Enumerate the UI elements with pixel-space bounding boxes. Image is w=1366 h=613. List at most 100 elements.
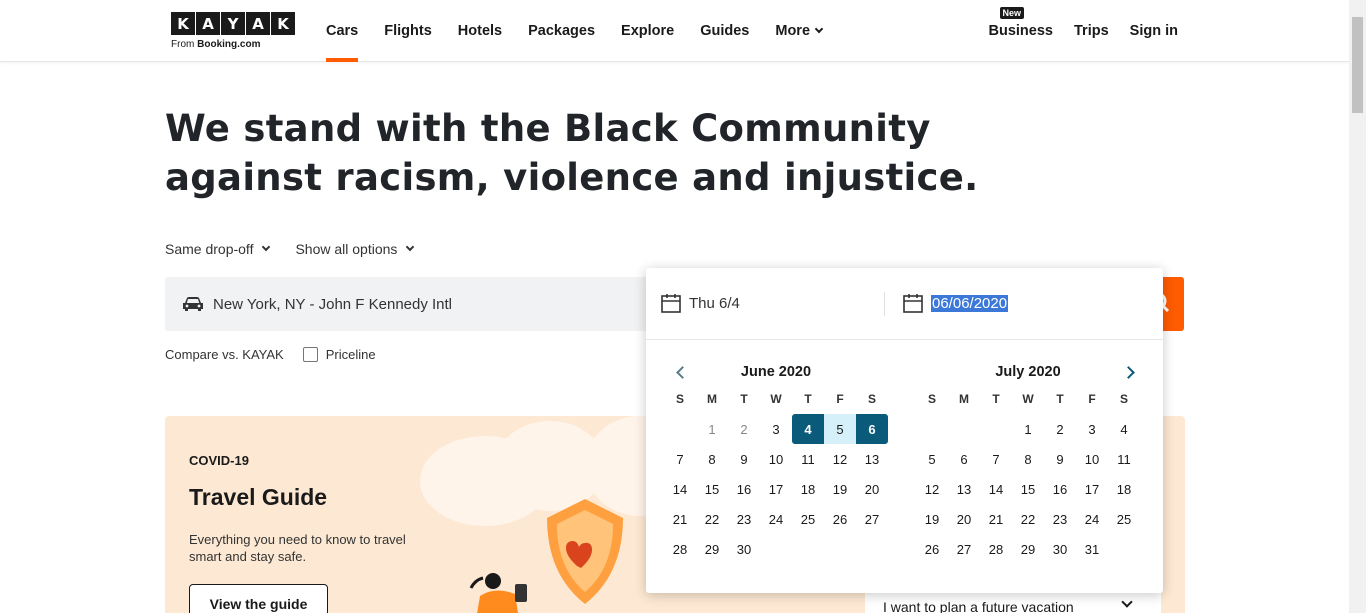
- weekday-label: T: [1056, 392, 1064, 406]
- nav-label: Hotels: [457, 23, 503, 39]
- calendar-day[interactable]: 26: [916, 534, 948, 564]
- calendar-day[interactable]: 23: [728, 504, 760, 534]
- weekday-label: T: [740, 392, 748, 406]
- calendar-day[interactable]: 9: [1044, 444, 1076, 474]
- weekday-label: F: [1088, 392, 1096, 406]
- calendar-day[interactable]: 3: [760, 414, 792, 444]
- calendar-day[interactable]: 1: [696, 414, 728, 444]
- calendar-day[interactable]: 27: [948, 534, 980, 564]
- calendar-day[interactable]: 8: [696, 444, 728, 474]
- calendar-day[interactable]: 15: [1012, 474, 1044, 504]
- nav-hotels[interactable]: Hotels: [458, 0, 502, 62]
- calendar-day[interactable]: 10: [760, 444, 792, 474]
- calendar-day[interactable]: 21: [664, 504, 696, 534]
- nav-packages[interactable]: Packages: [528, 0, 595, 62]
- calendar-day[interactable]: 6: [948, 444, 980, 474]
- calendar-day[interactable]: 16: [728, 474, 760, 504]
- start-date-field[interactable]: Thu 6/4: [660, 292, 740, 314]
- calendar-day[interactable]: 18: [792, 474, 824, 504]
- calendar-day[interactable]: 17: [1076, 474, 1108, 504]
- weekday-label: M: [959, 392, 969, 406]
- calendar-day[interactable]: 12: [824, 444, 856, 474]
- end-date-field[interactable]: 06/06/2020: [902, 292, 1009, 314]
- calendar-day[interactable]: 11: [792, 444, 824, 474]
- calendar-day[interactable]: 26: [824, 504, 856, 534]
- calendar-day[interactable]: 7: [980, 444, 1012, 474]
- view-guide-button[interactable]: View the guide: [189, 584, 328, 613]
- calendar-day[interactable]: 22: [1012, 504, 1044, 534]
- calendar-day[interactable]: 10: [1076, 444, 1108, 474]
- priceline-checkbox[interactable]: [302, 347, 318, 362]
- calendar-day[interactable]: 28: [664, 534, 696, 564]
- nav-more[interactable]: More: [775, 0, 824, 62]
- nav-explore[interactable]: Explore: [621, 0, 674, 62]
- weekday-label: S: [675, 392, 684, 406]
- nav-guides[interactable]: Guides: [700, 0, 749, 62]
- calendar-day[interactable]: 14: [664, 474, 696, 504]
- logo-subtitle: From Booking.com: [171, 39, 261, 50]
- show-options-dropdown[interactable]: Show all options: [295, 241, 415, 257]
- calendar-day[interactable]: 11: [1108, 444, 1140, 474]
- scroll-thumb[interactable]: [1352, 17, 1363, 113]
- calendar-day[interactable]: 25: [792, 504, 824, 534]
- sign-in-link[interactable]: Sign in: [1130, 23, 1178, 39]
- calendar-day[interactable]: 24: [1076, 504, 1108, 534]
- calendar-day[interactable]: 13: [948, 474, 980, 504]
- end-date-value[interactable]: 06/06/2020: [931, 294, 1009, 312]
- calendar-day[interactable]: 13: [856, 444, 888, 474]
- top-header: KAYAK From Booking.com Cars Flights Hotels…: [0, 0, 1349, 62]
- calendar-day[interactable]: 30: [728, 534, 760, 564]
- nav-label: Flights: [384, 23, 432, 39]
- calendar-day[interactable]: 12: [916, 474, 948, 504]
- main-nav: Cars Flights Hotels Packages Explore Guides Mo…: [326, 0, 848, 62]
- calendar-day[interactable]: 5: [824, 414, 856, 444]
- calendar-day[interactable]: 25: [1108, 504, 1140, 534]
- calendar-day[interactable]: 23: [1044, 504, 1076, 534]
- calendar-day[interactable]: 3: [1076, 414, 1108, 444]
- calendar-day[interactable]: 24: [760, 504, 792, 534]
- priceline-label[interactable]: Priceline: [326, 347, 376, 362]
- calendar-day[interactable]: 27: [856, 504, 888, 534]
- nav-flights[interactable]: Flights: [384, 0, 432, 62]
- vacation-plan-select[interactable]: I want to plan a future vacation: [865, 590, 1161, 613]
- calendar-day[interactable]: 20: [856, 474, 888, 504]
- calendar-day[interactable]: 20: [948, 504, 980, 534]
- logo-letter: K: [171, 12, 195, 35]
- business-link[interactable]: New Business: [989, 7, 1053, 39]
- calendar-day[interactable]: 29: [1012, 534, 1044, 564]
- calendar-day[interactable]: 2: [1044, 414, 1076, 444]
- nav-cars[interactable]: Cars: [326, 0, 359, 62]
- calendar-day[interactable]: 19: [824, 474, 856, 504]
- calendar-day[interactable]: 7: [664, 444, 696, 474]
- logo-letter: A: [196, 12, 220, 35]
- calendar-day[interactable]: 5: [916, 444, 948, 474]
- calendar-day[interactable]: 8: [1012, 444, 1044, 474]
- day-grid: 1 2 3 4 5 6 7 8 9 10 11 12 13 14 15 16 17 18 19 20 21 22 23 24 2…: [916, 414, 1140, 564]
- calendar-day[interactable]: 15: [696, 474, 728, 504]
- calendar-day[interactable]: 17: [760, 474, 792, 504]
- calendar-day[interactable]: 21: [980, 504, 1012, 534]
- calendar-day[interactable]: 4: [1108, 414, 1140, 444]
- dropoff-dropdown[interactable]: Same drop-off: [165, 241, 271, 257]
- calendar-day[interactable]: 14: [980, 474, 1012, 504]
- calendar-day[interactable]: 4: [792, 414, 824, 444]
- calendar-day[interactable]: 2: [728, 414, 760, 444]
- calendar-day[interactable]: 19: [916, 504, 948, 534]
- calendar-day[interactable]: 29: [696, 534, 728, 564]
- calendar-day[interactable]: 18: [1108, 474, 1140, 504]
- nav-label: Packages: [528, 23, 596, 39]
- page-scrollbar[interactable]: [1349, 0, 1366, 613]
- calendar-day[interactable]: 16: [1044, 474, 1076, 504]
- trips-link[interactable]: Trips: [1074, 23, 1109, 39]
- calendar-day[interactable]: 28: [980, 534, 1012, 564]
- calendar-day[interactable]: 6: [856, 414, 888, 444]
- calendar-day[interactable]: 22: [696, 504, 728, 534]
- compare-row: Compare vs. KAYAK Priceline: [165, 347, 376, 362]
- calendar-day[interactable]: 30: [1044, 534, 1076, 564]
- calendar-day[interactable]: 9: [728, 444, 760, 474]
- calendar-day[interactable]: 1: [1012, 414, 1044, 444]
- pickup-location-field[interactable]: New York, NY - John F Kennedy Intl: [165, 277, 452, 331]
- kayak-logo[interactable]: KAYAK From Booking.com: [171, 12, 295, 50]
- weekday-label: S: [867, 392, 876, 406]
- calendar-day[interactable]: 31: [1076, 534, 1108, 564]
